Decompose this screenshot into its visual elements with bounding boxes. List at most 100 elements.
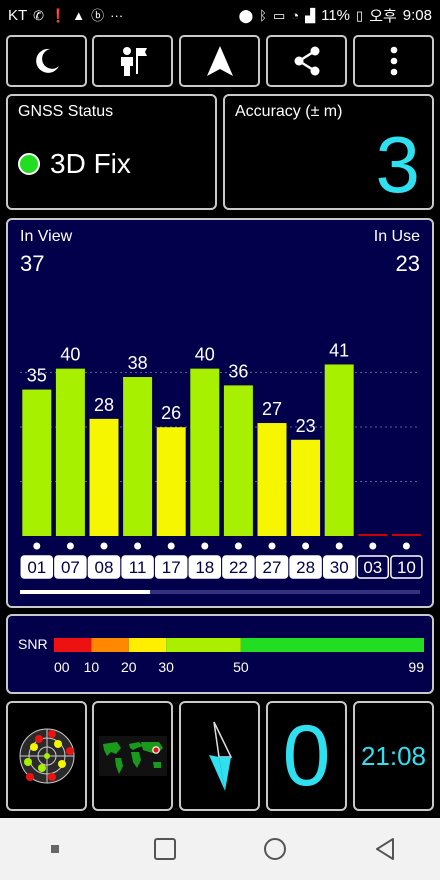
fix-status-text: 3D Fix xyxy=(50,148,131,179)
snr-tick-label: 99 xyxy=(408,659,424,675)
more-notifications-icon: ··· xyxy=(110,7,124,23)
snr-scale-segment xyxy=(166,638,241,652)
snr-scale-segment xyxy=(128,638,167,652)
prn-label: 27 xyxy=(263,558,282,577)
hd-icon: ▭ xyxy=(272,7,286,23)
satellite-dot xyxy=(369,542,377,550)
world-map-icon xyxy=(98,736,167,776)
notification-icon: ✆ xyxy=(33,7,45,23)
snr-value-label: 23 xyxy=(296,416,316,436)
satellite-dot xyxy=(134,542,142,550)
snr-scale-segment xyxy=(91,638,129,652)
compass-needle-icon xyxy=(208,721,232,791)
more-options-button[interactable] xyxy=(353,35,434,87)
location-icon: ⬤ xyxy=(238,7,254,23)
signal-icon: ▟ xyxy=(305,7,316,23)
satellite-chart-panel[interactable]: In View 37 In Use 23 35 01 40 07 28 08 38 11 26 1… xyxy=(6,218,434,608)
snr-value-label: 28 xyxy=(94,395,114,415)
speed-value: 0 xyxy=(282,708,331,804)
prn-label: 03 xyxy=(363,558,382,577)
satellite-dot xyxy=(33,542,41,550)
snr-tick-label: 30 xyxy=(158,659,174,675)
carrier-label: KT xyxy=(8,6,28,24)
status-left: KT ✆ ❗ ▲ ⓑ ··· xyxy=(8,7,123,24)
snr-legend-panel: SNR 00 10 20 30 50 99 xyxy=(6,614,434,694)
snr-value-label: 36 xyxy=(228,361,248,381)
snr-tick-label: 10 xyxy=(84,659,100,675)
satellite-dot xyxy=(335,542,343,550)
gnss-status-title: GNSS Status xyxy=(18,103,114,120)
status-bar: KT ✆ ❗ ▲ ⓑ ··· ⬤ ᛒ ▭ ◔ ▟ 11% ▯ 오후 9:08 xyxy=(0,0,440,30)
compass-tile[interactable] xyxy=(179,701,260,811)
snr-value-label: 40 xyxy=(195,345,215,365)
satellite-dot xyxy=(167,542,175,550)
clock-value: 21:08 xyxy=(360,740,427,771)
bluetooth-icon: ᛒ xyxy=(259,7,267,23)
satellite-dot xyxy=(66,542,74,550)
snr-value-label: 26 xyxy=(161,403,181,423)
recent-dot-button[interactable] xyxy=(25,829,85,869)
fix-indicator xyxy=(18,153,40,175)
square-icon xyxy=(154,838,176,860)
world-map-tile[interactable] xyxy=(92,701,173,811)
person-flag-icon xyxy=(120,47,147,76)
navigation-bar xyxy=(0,818,440,880)
satellite-dot xyxy=(402,542,410,550)
back-triangle-icon xyxy=(376,838,394,860)
navigation-button[interactable] xyxy=(179,35,260,87)
home-button[interactable] xyxy=(245,829,305,869)
prn-label: 22 xyxy=(229,558,248,577)
sky-view-icon xyxy=(19,728,74,784)
snr-bar xyxy=(89,418,119,536)
prn-label: 11 xyxy=(129,558,147,577)
ampm-label: 오후 xyxy=(369,7,397,25)
app-icon: ⓑ xyxy=(91,7,105,23)
snr-scale-segment xyxy=(54,638,92,652)
night-mode-button[interactable] xyxy=(6,35,87,87)
warning-icon: ▲ xyxy=(72,7,86,23)
speed-tile[interactable]: 0 xyxy=(266,701,347,811)
snr-bar-chart: 35 01 40 07 28 08 38 11 26 17 40 18 36 22 27 27 23 28 41 30… xyxy=(20,340,423,594)
satellite-dot xyxy=(268,542,276,550)
snr-value-label: 38 xyxy=(128,353,148,373)
satellite-dot xyxy=(100,542,108,550)
share-icon xyxy=(294,46,319,76)
accuracy-value: 3 xyxy=(375,120,421,209)
share-button[interactable] xyxy=(266,35,347,87)
snr-bar xyxy=(324,364,354,536)
alert-icon: ❗ xyxy=(50,7,67,23)
battery-percent: 11% xyxy=(321,6,351,24)
snr-bar xyxy=(55,368,85,536)
fix-status: 3D Fix xyxy=(18,148,131,180)
navigation-arrow-icon xyxy=(206,46,233,76)
accuracy-title: Accuracy (± m) xyxy=(235,103,343,120)
person-flag-button[interactable] xyxy=(92,35,173,87)
sky-view-tile[interactable] xyxy=(6,701,87,811)
more-vert-icon xyxy=(390,46,397,76)
wifi-icon: ◔ xyxy=(291,7,300,23)
snr-value-label: 40 xyxy=(60,345,80,365)
snr-bar xyxy=(123,377,153,536)
snr-bar xyxy=(22,389,52,536)
satellite-dot xyxy=(234,542,242,550)
prn-label: 07 xyxy=(61,558,80,577)
snr-bar xyxy=(223,385,253,536)
snr-bar xyxy=(257,423,287,536)
clock-label: 9:08 xyxy=(402,6,432,24)
dot-icon xyxy=(51,845,59,853)
prn-label: 10 xyxy=(397,558,416,577)
clock-tile[interactable]: 21:08 xyxy=(353,701,434,811)
snr-bar xyxy=(190,368,220,536)
snr-value-label: 35 xyxy=(27,366,47,386)
snr-value-label: 41 xyxy=(329,340,349,360)
snr-bar xyxy=(291,439,321,536)
status-right: ⬤ ᛒ ▭ ◔ ▟ 11% ▯ 오후 9:08 xyxy=(239,5,432,26)
snr-scale: 00 10 20 30 50 99 xyxy=(54,638,424,675)
satellite-dot xyxy=(201,542,209,550)
prn-label: 08 xyxy=(95,558,114,577)
back-button[interactable] xyxy=(355,829,415,869)
prn-label: 17 xyxy=(162,558,181,577)
prn-label: 18 xyxy=(195,558,214,577)
snr-tick-label: 00 xyxy=(54,659,70,675)
recents-button[interactable] xyxy=(135,829,195,869)
